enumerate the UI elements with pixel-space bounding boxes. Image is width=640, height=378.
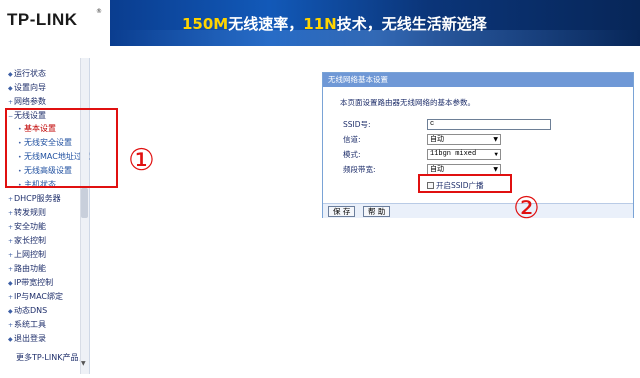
slogan-highlight-11n: 11N — [303, 15, 337, 33]
sidebar-item-status[interactable]: ◆运行状态 — [8, 68, 46, 79]
annotation-number-two: ② — [513, 191, 540, 226]
dropdown-arrow-icon: ▼ — [493, 136, 498, 143]
tp-link-logo[interactable]: TP-LINK — [7, 10, 78, 30]
save-button[interactable]: 保 存 — [328, 206, 356, 217]
sidebar-item-dhcp[interactable]: +DHCP服务器 — [8, 193, 61, 204]
sidebar-item-access-control[interactable]: +上网控制 — [8, 249, 46, 260]
slogan-text-2: 技术，无线生活新选择 — [336, 15, 487, 33]
channel-value: 自动 — [430, 135, 444, 143]
slogan-highlight-150m: 150M — [182, 15, 229, 33]
scrollbar-thumb[interactable] — [81, 188, 88, 218]
sidebar-item-parental-control[interactable]: +家长控制 — [8, 235, 46, 246]
channel-label: 信道: — [343, 135, 361, 144]
more-products-link[interactable]: 更多TP-LINK产品， — [16, 352, 86, 363]
logo-area: TP-LINK ® — [0, 0, 110, 46]
sidebar-item-ddns[interactable]: ◆动态DNS — [8, 305, 47, 316]
wireless-basic-settings-panel: 无线网络基本设置 本页面设置路由器无线网络的基本参数。 SSID号: c 信道:… — [322, 72, 634, 218]
mode-select[interactable]: 11bgn mixed ▼ — [427, 149, 501, 160]
dropdown-arrow-icon: ▼ — [493, 166, 498, 173]
help-button[interactable]: 帮 助 — [363, 206, 391, 217]
scroll-down-icon[interactable]: ▼ — [81, 360, 86, 367]
sidebar-item-wizard[interactable]: ◆设置向导 — [8, 82, 46, 93]
mode-label: 模式: — [343, 150, 361, 159]
sidebar-item-routing[interactable]: +路由功能 — [8, 263, 46, 274]
header-slogan: 150M无线速率，11N技术，无线生活新选择 — [182, 13, 487, 34]
registered-mark: ® — [96, 8, 102, 15]
bandwidth-label: 频段带宽: — [343, 165, 376, 174]
dropdown-arrow-icon: ▼ — [494, 151, 498, 158]
sidebar-item-bandwidth[interactable]: ◆IP带宽控制 — [8, 277, 53, 288]
sidebar-item-network[interactable]: +网络参数 — [8, 96, 46, 107]
annotation-number-one: ① — [128, 143, 155, 178]
ssid-input[interactable]: c — [427, 119, 551, 130]
mode-value: 11bgn mixed — [430, 150, 477, 158]
sidebar-item-ip-mac-binding[interactable]: +IP与MAC绑定 — [8, 291, 63, 302]
annotation-box-checkbox — [418, 174, 512, 193]
sidebar-item-logout[interactable]: ◆退出登录 — [8, 333, 46, 344]
channel-select[interactable]: 自动 ▼ — [427, 134, 501, 145]
panel-description: 本页面设置路由器无线网络的基本参数。 — [340, 98, 475, 107]
sidebar-item-forwarding[interactable]: +转发规则 — [8, 207, 46, 218]
panel-footer: 保 存 帮 助 — [323, 203, 633, 218]
bandwidth-value: 自动 — [430, 165, 444, 173]
sidebar-item-security[interactable]: +安全功能 — [8, 221, 46, 232]
panel-title: 无线网络基本设置 — [323, 73, 633, 87]
ssid-label: SSID号: — [343, 120, 371, 129]
slogan-text-1: 无线速率， — [228, 15, 304, 33]
annotation-box-sidebar — [5, 108, 118, 188]
sidebar-item-system-tools[interactable]: +系统工具 — [8, 319, 46, 330]
